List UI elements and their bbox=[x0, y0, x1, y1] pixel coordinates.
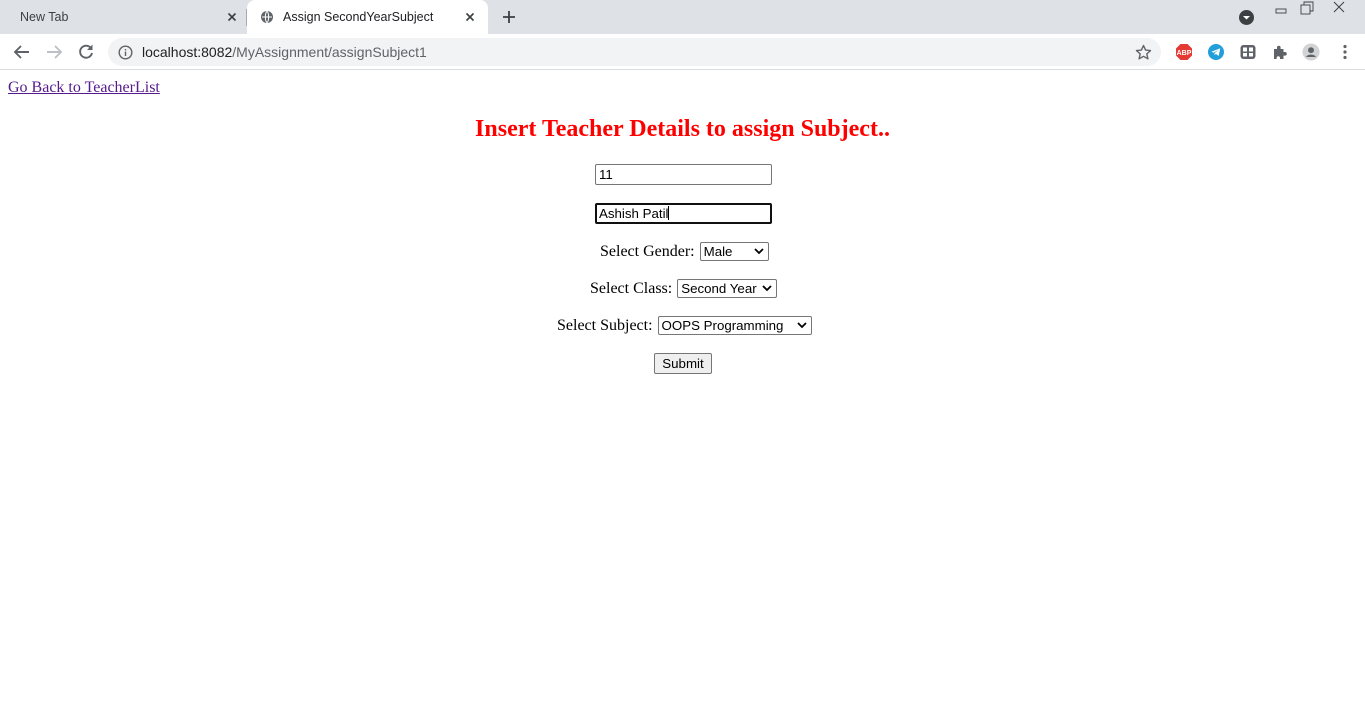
bookmark-star-icon[interactable] bbox=[1135, 44, 1152, 61]
close-icon[interactable] bbox=[463, 10, 477, 24]
back-arrow-icon[interactable] bbox=[12, 42, 32, 62]
close-icon[interactable] bbox=[225, 10, 239, 24]
go-back-link[interactable]: Go Back to TeacherList bbox=[8, 79, 160, 97]
subject-selected-value: OOPS Programming bbox=[661, 318, 784, 333]
chevron-down-icon bbox=[796, 322, 807, 329]
site-info-icon[interactable] bbox=[118, 45, 133, 60]
address-bar[interactable]: localhost:8082/MyAssignment/assignSubjec… bbox=[108, 38, 1161, 66]
chevron-down-icon bbox=[762, 285, 772, 292]
tab-new-tab[interactable]: New Tab bbox=[0, 0, 247, 34]
class-selected-value: Second Year bbox=[681, 281, 757, 296]
chevron-down-icon bbox=[753, 248, 764, 255]
subject-label: Select Subject: bbox=[557, 316, 653, 334]
teacher-id-input[interactable]: 11 bbox=[595, 164, 772, 185]
page-heading: Insert Teacher Details to assign Subject… bbox=[475, 116, 890, 142]
class-row: Select Class: Second Year bbox=[590, 279, 778, 298]
menu-dots-icon[interactable] bbox=[1336, 43, 1354, 61]
tab-title: Assign SecondYearSubject bbox=[283, 10, 434, 24]
telegram-icon[interactable] bbox=[1207, 43, 1225, 61]
url-path: /MyAssignment/assignSubject1 bbox=[232, 44, 427, 60]
subject-row: Select Subject: OOPS Programming bbox=[557, 316, 812, 335]
browser-toolbar: localhost:8082/MyAssignment/assignSubjec… bbox=[0, 34, 1365, 70]
teacher-name-input[interactable]: Ashish Patil bbox=[595, 203, 772, 224]
new-tab-plus-icon[interactable] bbox=[500, 8, 518, 26]
gender-label: Select Gender: bbox=[600, 242, 695, 260]
class-select[interactable]: Second Year bbox=[677, 279, 778, 298]
close-window-icon[interactable] bbox=[1328, 0, 1350, 17]
page-content: Go Back to TeacherList Insert Teacher De… bbox=[0, 71, 1365, 727]
text-caret bbox=[668, 206, 670, 220]
teacher-name-value: Ashish Patil bbox=[599, 206, 669, 221]
tab-search-icon[interactable] bbox=[1238, 9, 1255, 26]
minimize-window-icon[interactable] bbox=[1270, 0, 1292, 17]
subject-select[interactable]: OOPS Programming bbox=[657, 316, 812, 335]
class-label: Select Class: bbox=[590, 279, 673, 297]
tab-strip: New Tab Assign SecondYearSubject bbox=[0, 0, 1365, 34]
puzzle-icon[interactable] bbox=[1271, 43, 1289, 61]
tab-title: New Tab bbox=[20, 10, 69, 24]
abp-icon[interactable]: ABP bbox=[1175, 43, 1193, 61]
url-host: localhost:8082 bbox=[142, 44, 233, 60]
forward-arrow-icon[interactable] bbox=[44, 42, 64, 62]
gender-select[interactable]: Male bbox=[699, 242, 769, 261]
url-text: localhost:8082/MyAssignment/assignSubjec… bbox=[142, 44, 427, 60]
gender-row: Select Gender: Male bbox=[600, 242, 769, 261]
reload-icon[interactable] bbox=[76, 42, 96, 62]
tab-assign-second-year-subject[interactable]: Assign SecondYearSubject bbox=[247, 0, 488, 34]
abp-label: ABP bbox=[1177, 50, 1192, 57]
profile-icon[interactable] bbox=[1302, 43, 1320, 61]
globe-icon bbox=[261, 10, 273, 24]
restore-window-icon[interactable] bbox=[1296, 0, 1318, 17]
teacher-id-value: 11 bbox=[599, 167, 613, 182]
grid-extension-icon[interactable] bbox=[1239, 43, 1257, 61]
submit-button[interactable]: Submit bbox=[654, 353, 712, 374]
gender-selected-value: Male bbox=[703, 244, 733, 259]
